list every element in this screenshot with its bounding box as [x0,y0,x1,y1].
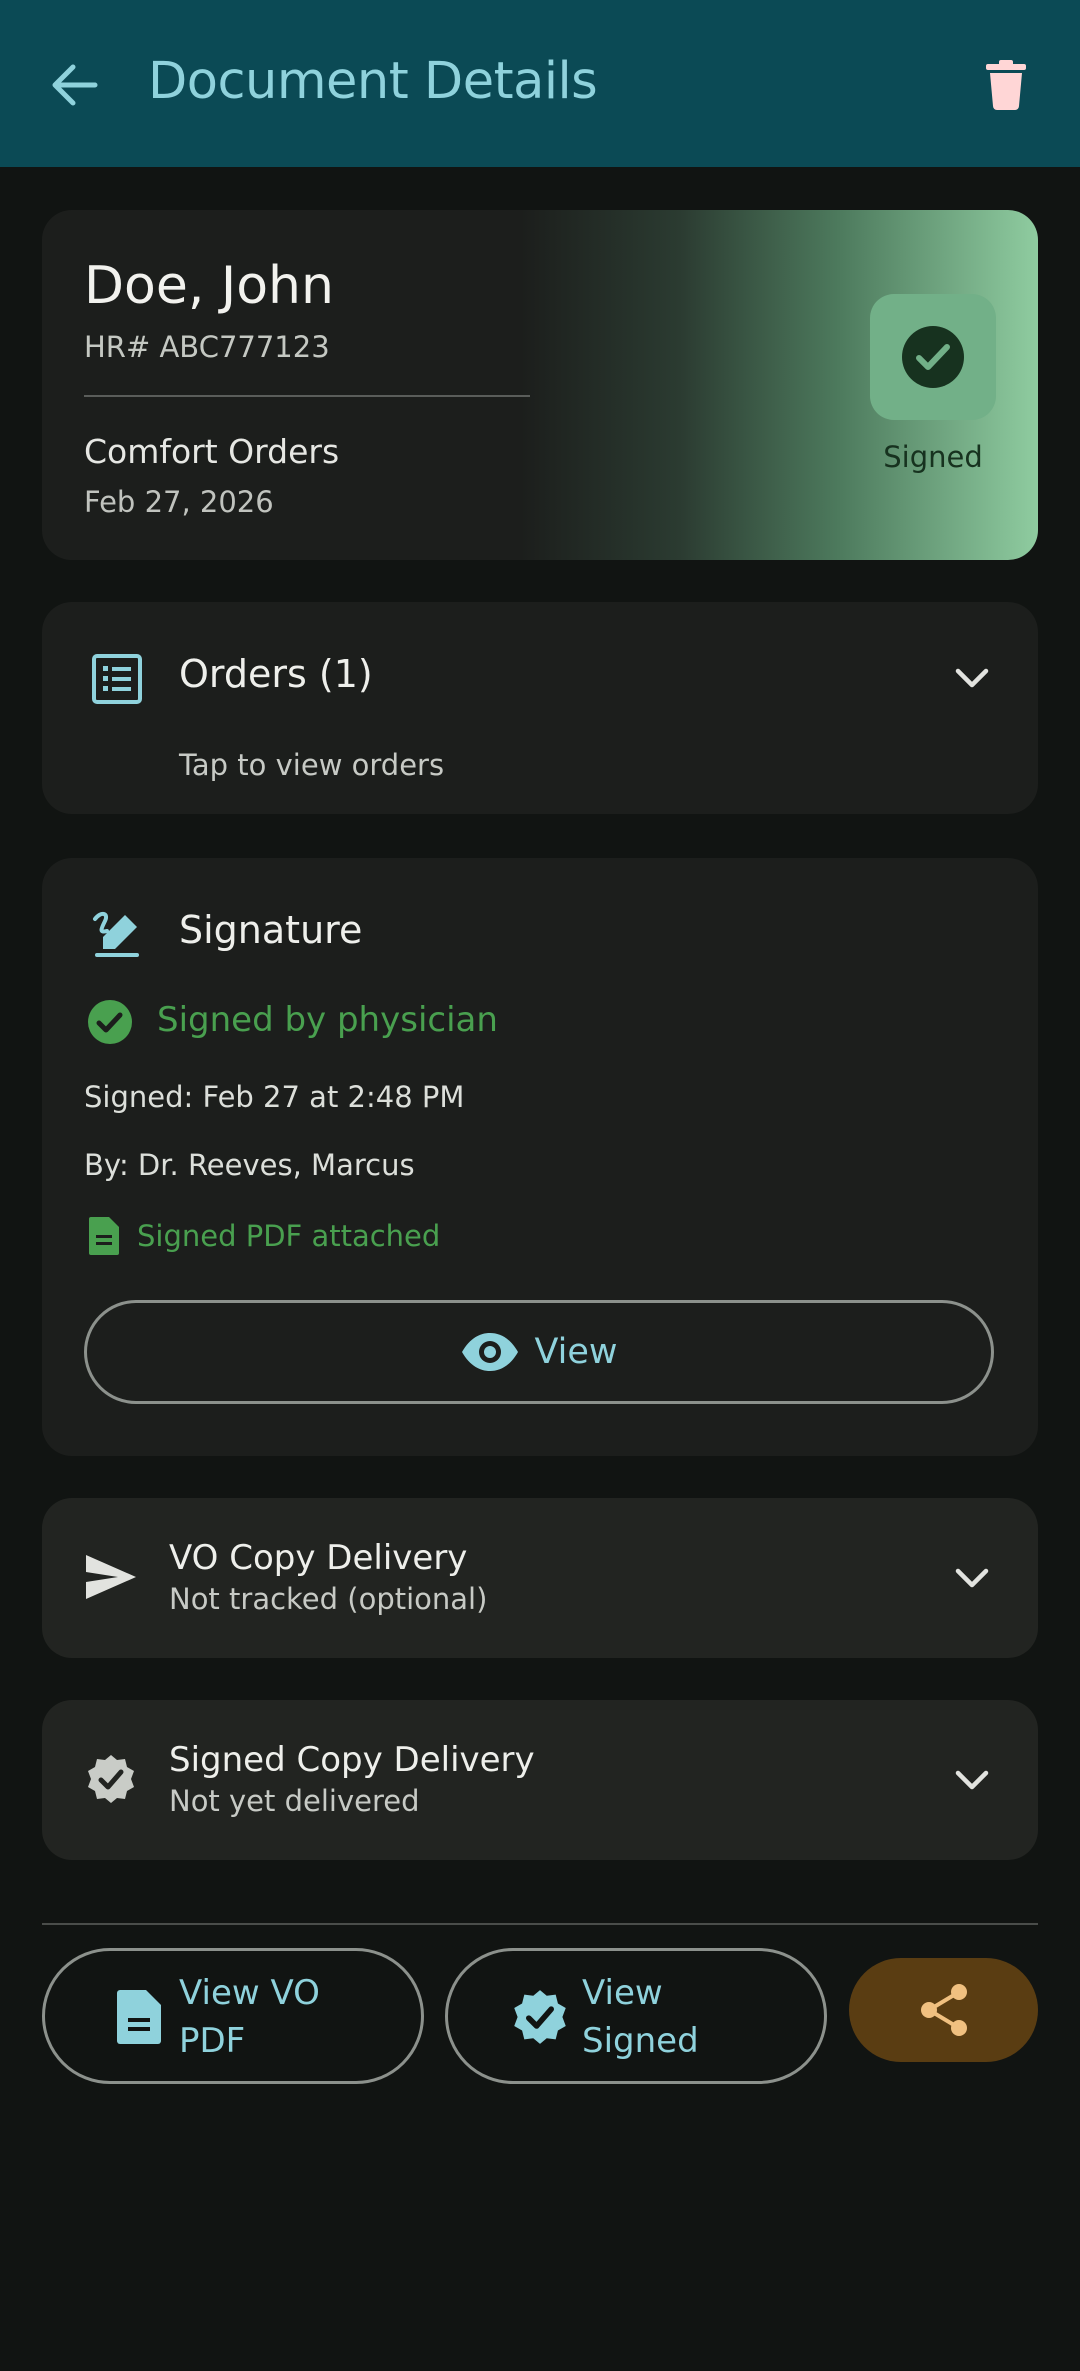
list-icon [86,648,148,710]
orders-hint: Tap to view orders [179,748,445,782]
arrow-back-icon[interactable] [44,50,104,120]
label-line: Signed [582,2021,699,2061]
signature-title: Signature [179,908,363,952]
patient-name: Doe, John [84,256,334,316]
signed-delivery-subtitle: Not yet delivered [169,1784,420,1818]
send-icon [80,1546,142,1608]
signed-delivery-title: Signed Copy Delivery [169,1740,535,1780]
signature-status: Signed by physician [157,1000,498,1040]
view-signed-button[interactable]: View Signed [445,1948,827,2084]
view-signature-button[interactable]: View [84,1300,994,1404]
document-icon [109,1985,169,2049]
pdf-attached-label: Signed PDF attached [137,1219,441,1253]
signature-pen-icon [86,904,148,966]
hr-number: HR# ABC777123 [84,330,330,364]
status-badge [870,294,996,420]
document-date: Feb 27, 2026 [84,485,274,519]
trash-icon[interactable] [976,50,1036,120]
verified-badge-icon [510,1985,570,2049]
signed-timestamp: Signed: Feb 27 at 2:48 PM [84,1080,465,1114]
label-line: View VO [179,1973,320,2013]
check-circle-icon [902,326,964,388]
orders-card[interactable]: Orders (1) Tap to view orders [42,602,1038,814]
orders-title: Orders (1) [179,652,373,696]
chevron-down-icon[interactable] [942,1548,1002,1608]
label-line: View [582,1973,663,2013]
view-signed-label: View Signed [582,1969,699,2065]
view-vo-pdf-button[interactable]: View VO PDF [42,1948,424,2084]
document-summary-card: Doe, John HR# ABC777123 Comfort Orders F… [42,210,1038,560]
vo-copy-delivery-card[interactable]: VO Copy Delivery Not tracked (optional) [42,1498,1038,1658]
status-label: Signed [883,440,983,474]
divider [84,395,530,397]
chevron-down-icon[interactable] [942,648,1002,708]
signed-by: By: Dr. Reeves, Marcus [84,1148,415,1182]
view-vo-pdf-label: View VO PDF [179,1969,320,2065]
page-title: Document Details [148,52,598,111]
app-bar: Document Details [0,0,1080,167]
view-button-label: View [534,1332,618,1372]
label-line: PDF [179,2021,246,2061]
eye-icon [462,1333,519,1371]
document-icon [84,1214,124,1258]
chevron-down-icon[interactable] [942,1750,1002,1810]
share-icon [920,1984,967,2036]
share-button[interactable] [849,1958,1038,2062]
document-type: Comfort Orders [84,432,340,471]
vo-delivery-title: VO Copy Delivery [169,1538,468,1578]
signed-copy-delivery-card[interactable]: Signed Copy Delivery Not yet delivered [42,1700,1038,1860]
signature-card: Signature Signed by physician Signed: Fe… [42,858,1038,1456]
vo-delivery-subtitle: Not tracked (optional) [169,1582,488,1616]
divider [42,1923,1038,1925]
verified-badge-icon [80,1748,142,1810]
check-circle-icon [84,996,136,1048]
